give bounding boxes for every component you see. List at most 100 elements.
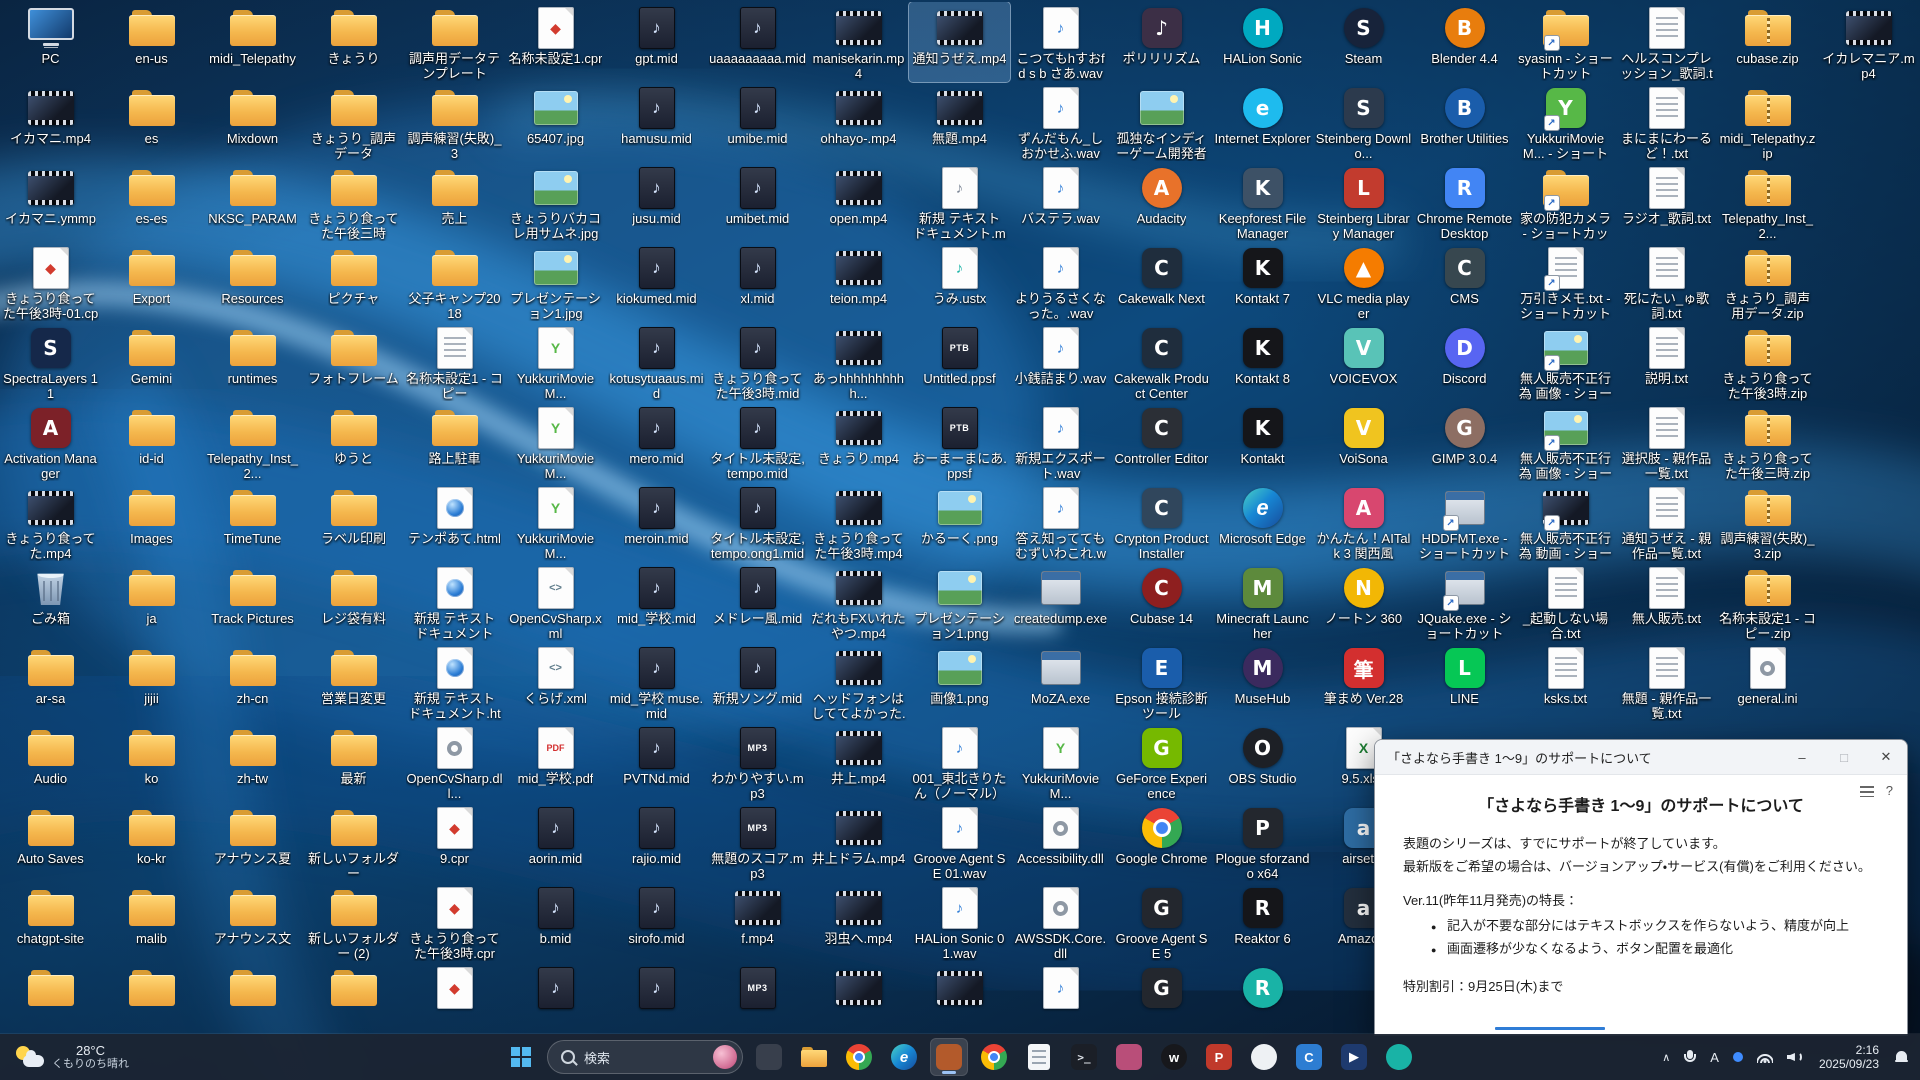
desktop-icon[interactable]: ♪ bbox=[1010, 962, 1111, 1036]
desktop-icon[interactable]: 通知うぜえ - 親作品一覧.txt bbox=[1616, 482, 1717, 562]
desktop-icon[interactable]: HHALion Sonic bbox=[1212, 2, 1313, 82]
desktop-icon[interactable]: eInternet Explorer bbox=[1212, 82, 1313, 162]
desktop-icon[interactable]: PPlogue sforzando x64 bbox=[1212, 802, 1313, 882]
desktop-icon[interactable]: ↗無人販売不正行為 画像 - ショートカット bbox=[1515, 402, 1616, 482]
desktop-icon[interactable]: MP3わかりやすい.mp3 bbox=[707, 722, 808, 802]
desktop-icon[interactable]: Google Chrome bbox=[1111, 802, 1212, 882]
desktop-icon[interactable]: EEpson 接続診断ツール bbox=[1111, 642, 1212, 722]
desktop-icon[interactable]: ♪kotusytuaaus.mid bbox=[606, 322, 707, 402]
desktop-icon[interactable]: malib bbox=[101, 882, 202, 962]
desktop-icon[interactable]: きょうり_調声データ bbox=[303, 82, 404, 162]
desktop-icon[interactable]: 調声練習(失敗)_3 bbox=[404, 82, 505, 162]
desktop-icon[interactable]: ♪タイトル未設定, tempo.ong1.mid bbox=[707, 482, 808, 562]
desktop-icon[interactable]: KKontakt 8 bbox=[1212, 322, 1313, 402]
maximize-icon[interactable]: □ bbox=[1823, 740, 1865, 774]
desktop-icon[interactable]: きょうり食ってた午後3時.mp4 bbox=[808, 482, 909, 562]
desktop-icon[interactable]: 井上.mp4 bbox=[808, 722, 909, 802]
desktop-icon[interactable]: ♪ bbox=[505, 962, 606, 1036]
desktop-icon[interactable]: MoZA.exe bbox=[1010, 642, 1111, 722]
desktop-icon[interactable]: ゆうと bbox=[303, 402, 404, 482]
desktop-icon[interactable]: ♪aorin.mid bbox=[505, 802, 606, 882]
desktop-icon[interactable]: Images bbox=[101, 482, 202, 562]
desktop-icon[interactable]: midi_Telepathy.zip bbox=[1717, 82, 1818, 162]
desktop-icon[interactable]: ♪タイトル未設定, tempo.mid bbox=[707, 402, 808, 482]
desktop-icon[interactable]: ♪よりうるさくなった。.wav bbox=[1010, 242, 1111, 322]
desktop-icon[interactable]: アナウンス文 bbox=[202, 882, 303, 962]
notification-bell-icon[interactable] bbox=[1889, 1039, 1914, 1075]
desktop-icon[interactable]: VVoiSona bbox=[1313, 402, 1414, 482]
desktop-icon[interactable]: ♪umibet.mid bbox=[707, 162, 808, 242]
desktop-icon[interactable]: KKontakt bbox=[1212, 402, 1313, 482]
desktop-icon[interactable] bbox=[808, 962, 909, 1036]
desktop-icon[interactable]: SSteam bbox=[1313, 2, 1414, 82]
terminal-app-icon[interactable]: >_ bbox=[1065, 1038, 1103, 1076]
desktop-icon[interactable]: ラジオ_歌詞.txt bbox=[1616, 162, 1717, 242]
tray-chevron-up-icon[interactable]: ∧ bbox=[1656, 1039, 1676, 1075]
desktop-icon[interactable]: 65407.jpg bbox=[505, 82, 606, 162]
close-icon[interactable]: ✕ bbox=[1865, 740, 1907, 774]
desktop-icon[interactable]: SSpectraLayers 11 bbox=[0, 322, 101, 402]
desktop-icon[interactable]: ♪ポリリリズム bbox=[1111, 2, 1212, 82]
desktop-icon[interactable]: 名称未設定1 - コピー bbox=[404, 322, 505, 402]
desktop-icon[interactable]: PTBUntitled.ppsf bbox=[909, 322, 1010, 402]
desktop-icon[interactable]: ♪kiokumed.mid bbox=[606, 242, 707, 322]
desktop-icon[interactable] bbox=[303, 962, 404, 1036]
desktop-icon[interactable]: ♪mid_学校 muse.mid bbox=[606, 642, 707, 722]
desktop-icon[interactable]: CCMS bbox=[1414, 242, 1515, 322]
active-window-app-icon[interactable] bbox=[930, 1038, 968, 1076]
desktop-icon[interactable]: アナウンス夏 bbox=[202, 802, 303, 882]
desktop-icon[interactable]: chatgpt-site bbox=[0, 882, 101, 962]
desktop-icon[interactable]: NKSC_PARAM bbox=[202, 162, 303, 242]
desktop-icon[interactable]: CCubase 14 bbox=[1111, 562, 1212, 642]
desktop-icon[interactable]: OOBS Studio bbox=[1212, 722, 1313, 802]
desktop-icon[interactable]: YYukkuriMovieM... bbox=[505, 402, 606, 482]
desktop-icon[interactable]: DDiscord bbox=[1414, 322, 1515, 402]
desktop-icon[interactable]: あっhhhhhhhhhh... bbox=[808, 322, 909, 402]
desktop-icon[interactable]: OpenCvSharp.dll... bbox=[404, 722, 505, 802]
desktop-icon[interactable]: だれもFXいれたやつ.mp4 bbox=[808, 562, 909, 642]
desktop-icon[interactable]: 選択肢 - 親作品一覧.txt bbox=[1616, 402, 1717, 482]
desktop-icon[interactable]: ko bbox=[101, 722, 202, 802]
desktop-icon[interactable]: 新規 テキスト ドキュメント.html bbox=[404, 642, 505, 722]
desktop-icon[interactable]: ♪ bbox=[606, 962, 707, 1036]
desktop-icon[interactable]: フォトフレーム bbox=[303, 322, 404, 402]
file-explorer-icon[interactable] bbox=[795, 1038, 833, 1076]
desktop-icon[interactable]: ◆きょうり食ってた午後3時.cpr bbox=[404, 882, 505, 962]
desktop-icon[interactable]: ごみ箱 bbox=[0, 562, 101, 642]
edge-browser-icon[interactable]: e bbox=[885, 1038, 923, 1076]
desktop-icon[interactable]: 井上ドラム.mp4 bbox=[808, 802, 909, 882]
desktop-icon[interactable]: CController Editor bbox=[1111, 402, 1212, 482]
desktop-icon[interactable]: manisekarin.mp4 bbox=[808, 2, 909, 82]
desktop-icon[interactable]: ko-kr bbox=[101, 802, 202, 882]
desktop-icon[interactable]: 新しいフォルダー (2) bbox=[303, 882, 404, 962]
desktop-icon[interactable]: きょうり食ってた午後三時 bbox=[303, 162, 404, 242]
desktop-icon[interactable]: ♪新規エクスポート.wav bbox=[1010, 402, 1111, 482]
desktop-icon[interactable]: イカマニ.mp4 bbox=[0, 82, 101, 162]
desktop-icon[interactable]: ♪Groove Agent SE 01.wav bbox=[909, 802, 1010, 882]
desktop-icon[interactable]: ↗syasinn - ショートカット bbox=[1515, 2, 1616, 82]
desktop-icon[interactable]: MP3 bbox=[707, 962, 808, 1036]
desktop-icon[interactable]: GGeForce Experience bbox=[1111, 722, 1212, 802]
desktop-icon[interactable]: ↗万引きメモ.txt - ショートカット bbox=[1515, 242, 1616, 322]
desktop-icon[interactable]: <>くらげ.xml bbox=[505, 642, 606, 722]
desktop-icon[interactable]: イカマニ.ymmp bbox=[0, 162, 101, 242]
desktop-icon[interactable]: ♪小銭詰まり.wav bbox=[1010, 322, 1111, 402]
desktop-icon[interactable]: SSteinberg Downlo... bbox=[1313, 82, 1414, 162]
desktop-icon[interactable]: en-us bbox=[101, 2, 202, 82]
desktop-icon[interactable]: KKeepforest File Manager bbox=[1212, 162, 1313, 242]
desktop-icon[interactable]: Y↗YukkuriMovieM... - ショートカット bbox=[1515, 82, 1616, 162]
clock[interactable]: 2:16 2025/09/23 bbox=[1811, 1043, 1887, 1071]
desktop-icon[interactable]: イカレマニア.mp4 bbox=[1818, 2, 1919, 82]
desktop-icon[interactable]: YYukkuriMovieM... bbox=[505, 322, 606, 402]
desktop-icon[interactable]: LSteinberg Library Manager bbox=[1313, 162, 1414, 242]
desktop-icon[interactable]: ↗JQuake.exe - ショートカット bbox=[1414, 562, 1515, 642]
desktop-icon[interactable]: きょうり食ってた午後三時.zip bbox=[1717, 402, 1818, 482]
desktop-icon[interactable]: LLINE bbox=[1414, 642, 1515, 722]
ime-indicator[interactable]: A bbox=[1704, 1039, 1725, 1075]
desktop-icon[interactable]: ♪HALion Sonic 01.wav bbox=[909, 882, 1010, 962]
desktop-icon[interactable]: 調声用データテンプレート bbox=[404, 2, 505, 82]
desktop-icon[interactable]: ♪ずんだもん_しおかせふ.wav bbox=[1010, 82, 1111, 162]
desktop-icon[interactable]: まにまにわーるど！.txt bbox=[1616, 82, 1717, 162]
desktop-icon[interactable]: ♪rajio.mid bbox=[606, 802, 707, 882]
desktop-icon[interactable]: ↗無人販売不正行為 画像 - ショートカット bbox=[1515, 322, 1616, 402]
